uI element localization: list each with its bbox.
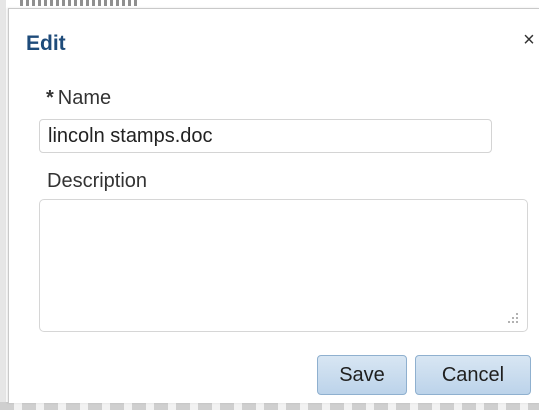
edit-dialog: Edit × *Name Description Save Cancel: [8, 8, 539, 403]
page-backdrop: Edit × *Name Description Save Cancel: [0, 0, 539, 410]
description-label: Description: [47, 170, 148, 192]
description-field[interactable]: [39, 199, 528, 332]
close-icon[interactable]: ×: [518, 29, 539, 51]
underlying-page-footer: [0, 402, 539, 410]
name-label-text: Name: [57, 87, 112, 109]
name-label: * Name: [46, 87, 111, 110]
dialog-title: Edit: [26, 32, 66, 55]
underlying-page-text: [20, 0, 140, 6]
cancel-button[interactable]: Cancel: [415, 355, 531, 395]
resize-grip-icon[interactable]: [505, 311, 519, 325]
name-field[interactable]: [39, 119, 492, 153]
underlying-page-edge: [0, 0, 6, 410]
required-marker: *: [46, 87, 54, 109]
save-button[interactable]: Save: [317, 355, 407, 395]
